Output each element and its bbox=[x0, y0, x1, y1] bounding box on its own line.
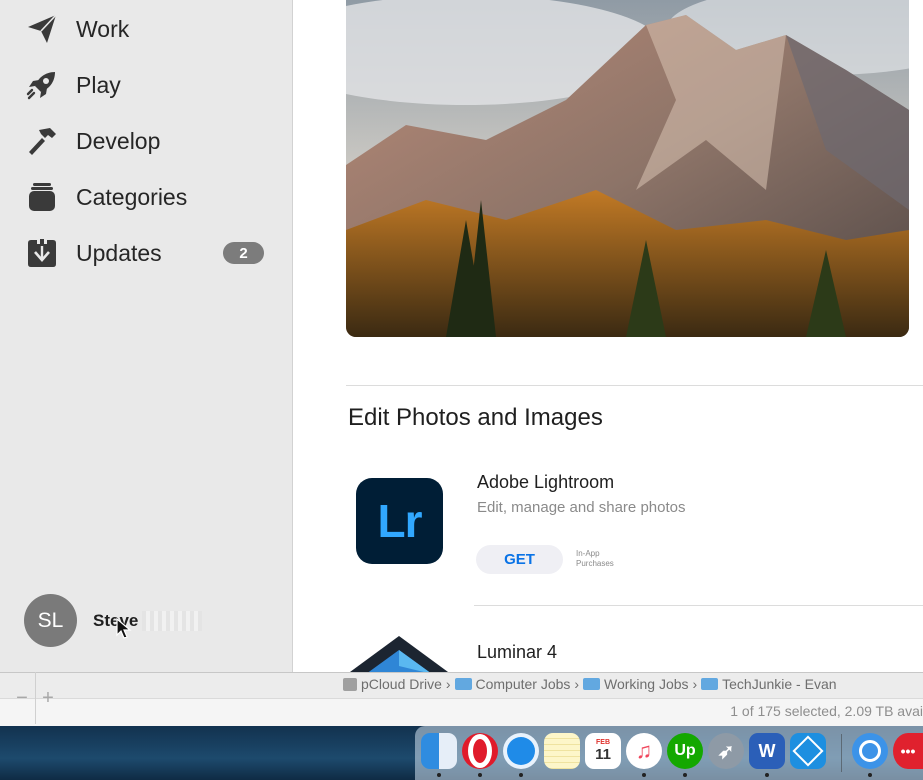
drive-icon bbox=[343, 678, 357, 691]
upwork-icon[interactable]: Up bbox=[667, 733, 703, 769]
finder-plus-minus: − + bbox=[9, 672, 61, 724]
music-icon[interactable]: ♫ bbox=[626, 733, 662, 769]
iap-line: In-App bbox=[576, 549, 600, 558]
sidebar-item-develop[interactable]: Develop bbox=[0, 117, 292, 165]
breadcrumb-item[interactable]: Computer Jobs bbox=[476, 676, 571, 692]
get-button[interactable]: GET bbox=[476, 545, 563, 574]
running-indicator bbox=[642, 773, 646, 777]
folder-icon bbox=[583, 678, 600, 690]
updates-count-badge: 2 bbox=[223, 242, 264, 264]
calendar-icon[interactable]: FEB 11 bbox=[585, 733, 621, 769]
finder-icon[interactable] bbox=[421, 733, 457, 769]
app-subtitle: Edit, manage and share photos bbox=[477, 499, 686, 516]
calendar-month: FEB bbox=[596, 739, 610, 746]
running-indicator bbox=[765, 773, 769, 777]
lightroom-app-icon[interactable]: Lr bbox=[356, 478, 443, 564]
sidebar-item-label: Categories bbox=[76, 183, 188, 210]
notes-icon[interactable] bbox=[544, 733, 580, 769]
running-indicator bbox=[683, 773, 687, 777]
app-name[interactable]: Luminar 4 bbox=[477, 642, 557, 663]
paper-plane-icon bbox=[24, 11, 60, 47]
iap-line: Purchases bbox=[576, 559, 614, 568]
safari-icon[interactable] bbox=[503, 733, 539, 769]
section-divider bbox=[346, 385, 923, 386]
dock-separator bbox=[841, 734, 842, 772]
minus-button[interactable]: − bbox=[9, 672, 36, 724]
running-indicator bbox=[437, 773, 441, 777]
redacted-surname bbox=[142, 610, 203, 631]
sidebar-item-play[interactable]: Play bbox=[0, 61, 292, 109]
updater-icon[interactable] bbox=[852, 733, 888, 769]
breadcrumb-item[interactable]: TechJunkie - Evan bbox=[722, 676, 836, 692]
luminar-app-icon[interactable] bbox=[350, 636, 448, 672]
folder-icon bbox=[701, 678, 719, 690]
sidebar-item-label: Develop bbox=[76, 127, 161, 154]
breadcrumb-item[interactable]: pCloud Drive bbox=[361, 676, 442, 692]
more-options-icon[interactable]: ••• bbox=[893, 733, 923, 769]
section-title: Edit Photos and Images bbox=[348, 404, 603, 431]
mouse-pointer-icon bbox=[116, 618, 132, 639]
user-account[interactable]: SL Steve bbox=[24, 594, 203, 647]
sidebar-item-work[interactable]: Work bbox=[0, 5, 292, 53]
sidebar: Work Play Develop Categories Updates 2 S… bbox=[0, 0, 293, 672]
stack-icon bbox=[24, 179, 60, 215]
launchpad-rocket-icon[interactable]: ➶ bbox=[708, 733, 744, 769]
breadcrumb: pCloud Drive › Computer Jobs › Working Job… bbox=[343, 676, 837, 692]
avatar: SL bbox=[24, 594, 77, 647]
plus-button[interactable]: + bbox=[35, 672, 61, 724]
app-store-window: Work Play Develop Categories Updates 2 S… bbox=[0, 0, 923, 672]
updater-ring bbox=[859, 740, 881, 762]
calendar-day: 11 bbox=[595, 746, 611, 763]
chevron-right-icon: › bbox=[574, 676, 579, 692]
running-indicator bbox=[478, 773, 482, 777]
in-app-purchases-note: In-App Purchases bbox=[576, 549, 614, 569]
safari-compass bbox=[507, 737, 535, 765]
mountain-landscape-image bbox=[346, 0, 909, 337]
app-name[interactable]: Adobe Lightroom bbox=[477, 472, 614, 493]
chevron-right-icon: › bbox=[445, 676, 451, 692]
chevron-right-icon: › bbox=[692, 676, 698, 692]
rocket-icon bbox=[24, 67, 60, 103]
opera-icon[interactable] bbox=[462, 733, 498, 769]
sidebar-item-label: Updates bbox=[76, 239, 162, 266]
maps-diamond bbox=[792, 735, 824, 767]
maps-icon[interactable] bbox=[790, 733, 826, 769]
folder-icon bbox=[454, 678, 472, 690]
running-indicator bbox=[519, 773, 523, 777]
hammer-icon bbox=[24, 123, 60, 159]
sidebar-item-updates[interactable]: Updates 2 bbox=[0, 229, 292, 277]
sidebar-item-categories[interactable]: Categories bbox=[0, 173, 292, 221]
row-divider bbox=[474, 605, 923, 606]
download-icon bbox=[24, 235, 60, 271]
sidebar-item-label: Play bbox=[76, 71, 121, 98]
opera-ring bbox=[468, 734, 492, 768]
word-icon[interactable]: W bbox=[749, 733, 785, 769]
sidebar-item-label: Work bbox=[76, 15, 130, 42]
finder-status-text: 1 of 175 selected, 2.09 TB avai bbox=[730, 703, 923, 719]
breadcrumb-item[interactable]: Working Jobs bbox=[604, 676, 689, 692]
running-indicator bbox=[868, 773, 872, 777]
hero-banner-image[interactable] bbox=[346, 0, 909, 337]
